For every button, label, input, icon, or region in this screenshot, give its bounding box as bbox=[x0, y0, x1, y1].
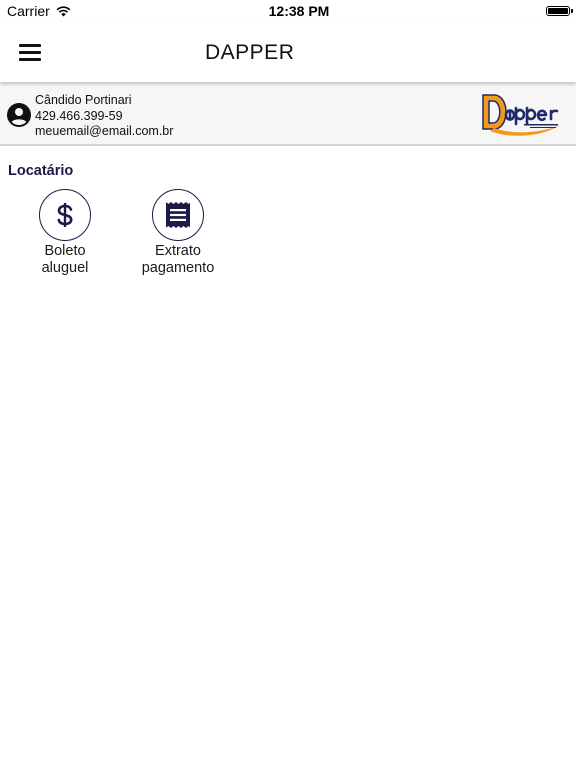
extrato-pagamento-circle bbox=[152, 189, 204, 241]
user-panel: Cândido Portinari 429.466.399-59 meuemai… bbox=[0, 84, 576, 146]
toolbar: DAPPER bbox=[0, 22, 576, 82]
user-document: 429.466.399-59 bbox=[35, 108, 123, 123]
status-time: 12:38 PM bbox=[268, 3, 330, 19]
status-bar: Carrier 12:38 PM bbox=[0, 0, 576, 22]
account-circle-icon bbox=[7, 103, 31, 127]
user-info: Cândido Portinari 429.466.399-59 meuemai… bbox=[35, 93, 173, 140]
dapper-logo bbox=[482, 94, 560, 136]
menu-button[interactable] bbox=[19, 44, 41, 62]
dollar-icon bbox=[57, 203, 73, 227]
boleto-aluguel-circle bbox=[39, 189, 91, 241]
user-name: Cândido Portinari bbox=[35, 93, 132, 107]
extrato-pagamento-button[interactable]: Extrato pagamento bbox=[123, 189, 233, 277]
boleto-aluguel-label: Boleto aluguel bbox=[41, 243, 89, 276]
app-title: DAPPER bbox=[205, 41, 295, 64]
extrato-pagamento-label: Extrato pagamento bbox=[141, 243, 215, 276]
section-title: Locatário bbox=[8, 163, 74, 179]
receipt-icon bbox=[166, 202, 190, 228]
user-email: meuemail@email.com.br bbox=[35, 124, 174, 138]
boleto-aluguel-button[interactable]: Boleto aluguel bbox=[10, 189, 120, 277]
battery-icon bbox=[546, 6, 573, 16]
